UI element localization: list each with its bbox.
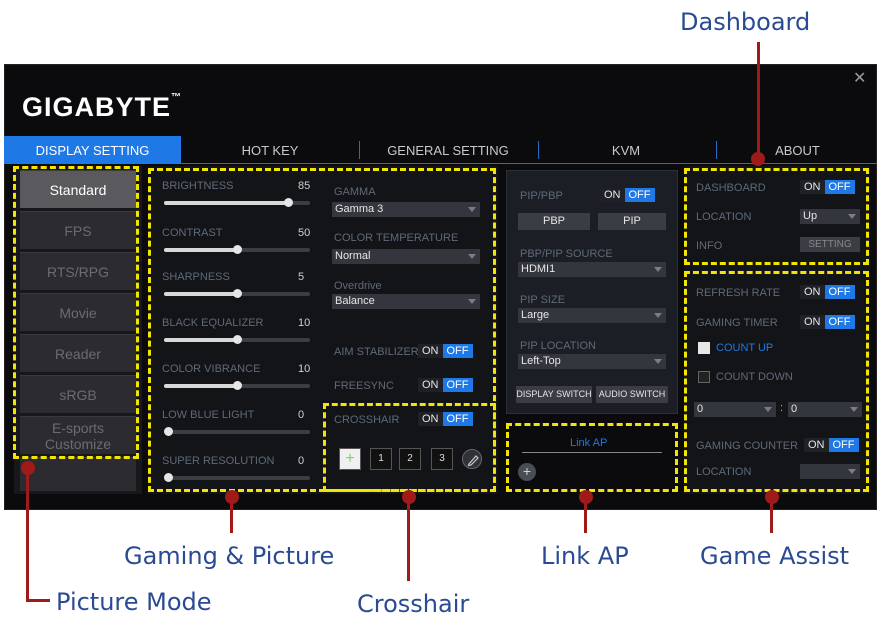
crosshair-highlight bbox=[323, 403, 496, 492]
pbp-pip-source-select[interactable]: HDMI1 bbox=[518, 262, 666, 277]
pip-pbp-label: PIP/PBP bbox=[520, 190, 563, 202]
logo-tm: ™ bbox=[171, 92, 183, 103]
crosshair-callout: Crosshair bbox=[357, 590, 470, 618]
tab-divider bbox=[716, 141, 717, 159]
pip-button[interactable]: PIP bbox=[598, 213, 666, 230]
tab-divider bbox=[359, 141, 360, 159]
picture-mode-leader-line-h bbox=[26, 599, 50, 602]
link-ap-highlight bbox=[506, 423, 678, 492]
pip-size-label: PIP SIZE bbox=[520, 294, 566, 306]
chevron-down-icon bbox=[654, 359, 662, 364]
display-switch-button[interactable]: DISPLAY SWITCH bbox=[516, 386, 592, 403]
close-icon[interactable]: ✕ bbox=[853, 68, 866, 88]
game-assist-leader-line bbox=[770, 495, 773, 533]
dashboard-leader-dot bbox=[751, 152, 765, 166]
chevron-down-icon bbox=[654, 267, 662, 272]
pip-panel bbox=[506, 170, 678, 414]
tab-general-setting[interactable]: GENERAL SETTING bbox=[362, 136, 534, 164]
picture-mode-highlight bbox=[13, 166, 139, 459]
pip-pbp-toggle[interactable]: ON OFF bbox=[600, 188, 655, 202]
picture-mode-leader-line bbox=[26, 466, 29, 602]
gaming-picture-leader-line bbox=[230, 495, 233, 533]
link-ap-callout: Link AP bbox=[541, 542, 629, 570]
game-assist-highlight bbox=[684, 271, 869, 492]
crosshair-leader-line bbox=[407, 495, 410, 581]
logo-text: GIGABYTE bbox=[22, 92, 172, 122]
pbp-pip-source-label: PBP/PIP SOURCE bbox=[520, 248, 613, 260]
pip-location-value: Left-Top bbox=[521, 355, 561, 367]
picture-mode-callout: Picture Mode bbox=[56, 588, 212, 616]
pbp-pip-source-value: HDMI1 bbox=[521, 263, 556, 275]
figure-root: GIGABYTE™ ✕ DISPLAY SETTING HOT KEY GENE… bbox=[0, 0, 881, 618]
game-assist-callout: Game Assist bbox=[700, 542, 850, 570]
toggle-off: OFF bbox=[624, 188, 655, 202]
gaming-picture-callout: Gaming & Picture bbox=[124, 542, 335, 570]
gigabyte-logo: GIGABYTE™ bbox=[22, 92, 182, 123]
chevron-down-icon bbox=[654, 313, 662, 318]
mode-empty bbox=[20, 457, 136, 491]
pbp-button[interactable]: PBP bbox=[518, 213, 590, 230]
pip-location-label: PIP LOCATION bbox=[520, 340, 597, 352]
dashboard-highlight bbox=[684, 168, 869, 265]
tab-display-setting[interactable]: DISPLAY SETTING bbox=[4, 136, 181, 164]
tab-divider bbox=[538, 141, 539, 159]
audio-switch-button[interactable]: AUDIO SWITCH bbox=[596, 386, 668, 403]
tab-hot-key[interactable]: HOT KEY bbox=[185, 136, 355, 164]
link-ap-leader-line bbox=[584, 495, 587, 533]
dashboard-callout: Dashboard bbox=[680, 8, 811, 36]
pip-size-value: Large bbox=[521, 309, 550, 321]
tab-about[interactable]: ABOUT bbox=[718, 136, 877, 164]
tab-kvm[interactable]: KVM bbox=[540, 136, 712, 164]
pip-size-select[interactable]: Large bbox=[518, 308, 666, 323]
pip-location-select[interactable]: Left-Top bbox=[518, 354, 666, 369]
toggle-on: ON bbox=[600, 188, 625, 202]
dashboard-leader-line bbox=[757, 42, 760, 156]
